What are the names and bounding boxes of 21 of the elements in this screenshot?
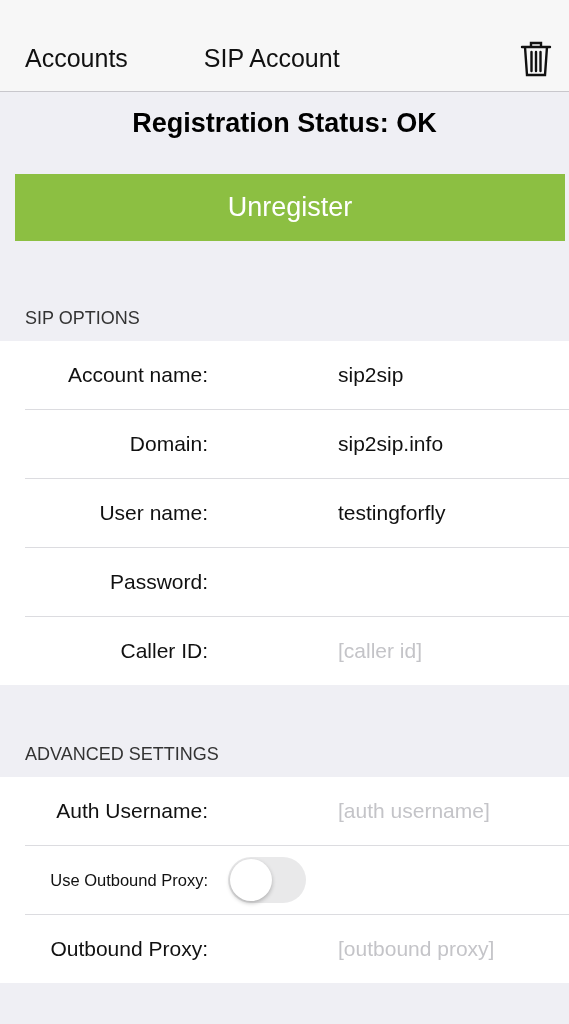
field-label: Auth Username: [55,799,208,823]
back-button[interactable]: Accounts [25,44,128,73]
nav-title: SIP Account [203,44,340,73]
field-label: Account name: [66,363,208,387]
input-field[interactable]: sip2sip.info [338,432,558,456]
field-label: User name: [98,501,208,525]
field-label: Password: [108,570,208,594]
toggle-switch[interactable] [228,857,306,903]
input-field[interactable]: [outbound proxy] [338,937,558,961]
input-field[interactable]: [auth username] [338,799,558,823]
field-label: Caller ID: [119,639,208,663]
input-field[interactable]: [caller id] [338,639,558,663]
trash-icon[interactable] [520,40,552,78]
input-field[interactable]: sip2sip [338,363,558,387]
registration-status: Registration Status: OK [131,107,438,140]
field-label: Outbound Proxy: [49,937,208,961]
section-header: SIP OPTIONS [24,307,141,329]
section-header: ADVANCED SETTINGS [24,743,220,765]
input-field[interactable]: testingforfly [338,501,558,525]
field-label: Domain: [128,432,208,456]
field-label: Use Outbound Proxy: [49,870,208,890]
